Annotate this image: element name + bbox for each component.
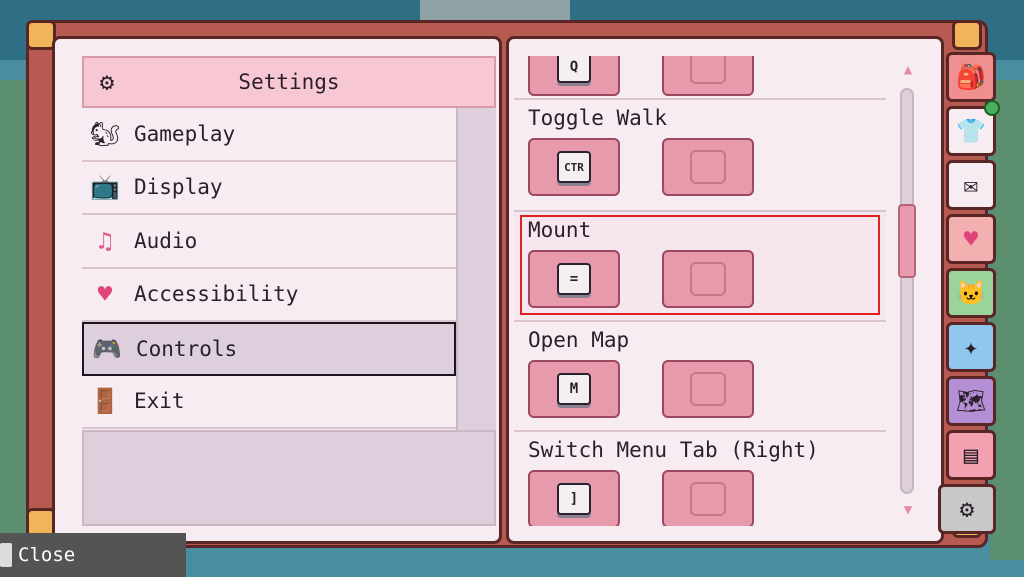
journal-icon: ▤ xyxy=(963,441,979,469)
primary-key-button[interactable]: CTR xyxy=(528,138,620,196)
menu-item-controls[interactable]: 🎮 Controls xyxy=(82,322,456,376)
empty-slot xyxy=(690,56,726,84)
settings-menu: 🐿 Gameplay 📺 Display ♫ Audio ♥ Accessibi… xyxy=(82,108,456,429)
menu-rail xyxy=(456,108,496,430)
menu-item-gameplay[interactable]: 🐿 Gameplay xyxy=(82,108,456,162)
gear-icon: ⚙ xyxy=(959,495,975,523)
book-corner xyxy=(952,20,982,50)
close-hint[interactable]: Close xyxy=(0,533,186,577)
heart-icon: ♥ xyxy=(97,280,113,309)
settings-title: Settings xyxy=(238,70,340,94)
menu-item-label: Controls xyxy=(136,336,238,361)
tv-icon: 📺 xyxy=(90,173,120,202)
binding-row-toggle-walk: Toggle Walk CTR xyxy=(514,100,886,212)
settings-header: ⚙ Settings xyxy=(82,56,496,108)
gamepad-icon: 🎮 xyxy=(92,334,122,363)
binding-row-switch-tab-right: Switch Menu Tab (Right) ] xyxy=(514,432,886,526)
empty-slot xyxy=(690,482,726,516)
tab-skills[interactable]: ✦ xyxy=(946,322,996,372)
menu-item-label: Accessibility xyxy=(134,282,299,307)
scroll-up-arrow-icon[interactable]: ▲ xyxy=(898,62,918,78)
shirt-icon: 👕 xyxy=(956,117,986,145)
keycap: ] xyxy=(557,483,591,515)
tab-journal[interactable]: ▤ xyxy=(946,430,996,480)
scroll-down-arrow-icon[interactable]: ▼ xyxy=(898,502,918,518)
music-note-icon: ♫ xyxy=(97,226,113,255)
door-icon: 🚪 xyxy=(90,387,120,416)
menu-item-label: Exit xyxy=(134,389,185,414)
tab-inventory[interactable]: 🎒 xyxy=(946,52,996,102)
map-icon: 🗺 xyxy=(955,387,987,415)
secondary-key-button[interactable] xyxy=(662,138,754,196)
scrollbar[interactable] xyxy=(900,88,914,494)
primary-key-button[interactable]: M xyxy=(528,360,620,418)
mail-icon: ✉ xyxy=(963,171,979,199)
keycap: M xyxy=(557,373,591,405)
backdrop-stone xyxy=(420,0,570,22)
secondary-key-button[interactable] xyxy=(662,56,754,96)
primary-key-button[interactable]: ] xyxy=(528,470,620,526)
sparkle-icon: ✦ xyxy=(963,333,979,361)
tab-pets[interactable]: 🐱 xyxy=(946,268,996,318)
keycap: Q xyxy=(557,56,591,83)
menu-item-label: Gameplay xyxy=(134,121,236,146)
notification-dot xyxy=(984,100,1000,116)
backpack-icon: 🎒 xyxy=(956,63,986,91)
heart-icon: ♥ xyxy=(963,225,979,253)
menu-item-exit[interactable]: 🚪 Exit xyxy=(82,375,456,429)
keycap: CTR xyxy=(557,151,591,183)
empty-slot xyxy=(690,372,726,406)
squirrel-icon: 🐿 xyxy=(89,119,121,148)
secondary-key-button[interactable] xyxy=(662,360,754,418)
scrollbar-thumb[interactable] xyxy=(898,204,916,278)
binding-row-open-map: Open Map M xyxy=(514,322,886,432)
close-label: Close xyxy=(18,544,76,566)
tab-settings[interactable]: ⚙ xyxy=(938,484,996,534)
tab-map[interactable]: 🗺 xyxy=(946,376,996,426)
binding-label: Open Map xyxy=(528,328,630,352)
tab-mail[interactable]: ✉ xyxy=(946,160,996,210)
menu-item-label: Audio xyxy=(134,228,198,253)
tab-relationships[interactable]: ♥ xyxy=(946,214,996,264)
menu-item-display[interactable]: 📺 Display xyxy=(82,161,456,215)
binding-label: Toggle Walk xyxy=(528,106,668,130)
cat-icon: 🐱 xyxy=(956,279,986,307)
menu-item-audio[interactable]: ♫ Audio xyxy=(82,215,456,269)
selection-highlight xyxy=(520,215,880,315)
binding-label: Switch Menu Tab (Right) xyxy=(528,438,819,462)
binding-row: Q xyxy=(514,56,886,100)
menu-item-label: Display xyxy=(134,175,223,200)
primary-key-button[interactable]: Q xyxy=(528,56,620,96)
secondary-key-button[interactable] xyxy=(662,470,754,526)
empty-slot xyxy=(690,150,726,184)
key-icon xyxy=(0,543,12,567)
menu-item-accessibility[interactable]: ♥ Accessibility xyxy=(82,268,456,322)
menu-empty-area xyxy=(82,430,496,526)
